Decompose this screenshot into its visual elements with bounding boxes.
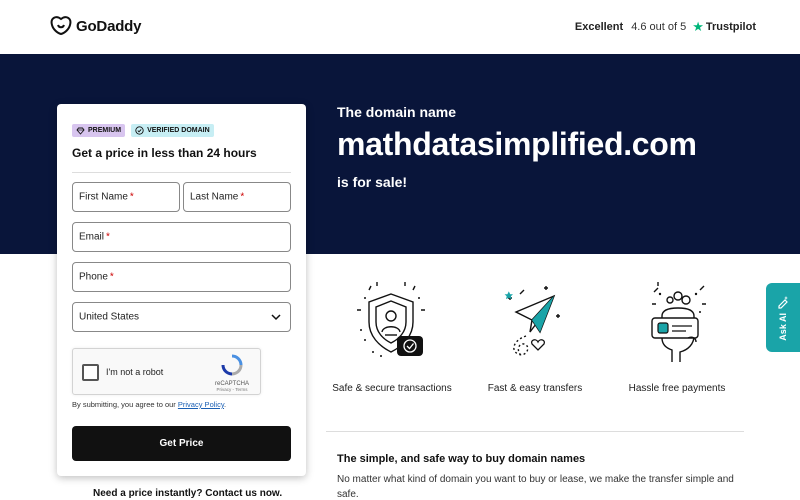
captcha-checkbox[interactable] — [82, 364, 99, 381]
chevron-down-icon — [271, 314, 281, 321]
info-body: No matter what kind of domain you want t… — [337, 474, 734, 500]
privacy-policy-link[interactable]: Privacy Policy — [178, 400, 224, 409]
godaddy-logo[interactable]: GoDaddy — [50, 16, 141, 36]
sale-status: is for sale! — [337, 174, 408, 190]
ask-ai-button[interactable]: Ask AI — [766, 283, 800, 352]
paper-plane-icon — [504, 286, 560, 357]
country-value: United States — [79, 311, 140, 323]
recaptcha-links[interactable]: Privacy - Terms — [210, 387, 254, 392]
feature-label-transfers: Fast & easy transfers — [487, 383, 583, 394]
brand-name: GoDaddy — [76, 17, 142, 35]
info-title: The simple, and safe way to buy domain n… — [337, 453, 586, 465]
domain-badges: PREMIUM VERIFIED DOMAIN — [72, 124, 214, 137]
price-request-form: PREMIUM VERIFIED DOMAIN Get a price in l… — [57, 104, 306, 476]
email-field[interactable]: Email * — [72, 222, 291, 252]
rating-label: Excellent — [574, 21, 624, 33]
section-divider — [326, 431, 744, 432]
instant-price-contact[interactable]: Need a price instantly? Contact us now. — [93, 488, 282, 499]
feature-label-payments: Hassle free payments — [628, 383, 726, 394]
last-name-label: Last Name * — [190, 191, 245, 203]
phone-field[interactable]: Phone * — [72, 262, 291, 292]
verified-badge-label: VERIFIED DOMAIN — [147, 127, 210, 134]
last-name-field[interactable]: Last Name * — [183, 182, 291, 212]
recaptcha-widget: I'm not a robot reCAPTCHA Privacy - Term… — [72, 348, 261, 395]
consent-text: By submitting, you agree to our Privacy … — [72, 400, 227, 409]
trustpilot-star-icon: ★ — [692, 19, 704, 34]
sparkle-pen-icon — [778, 295, 788, 309]
shield-icon — [357, 282, 425, 357]
recaptcha-icon — [221, 354, 243, 376]
ask-ai-label: Ask AI — [778, 312, 788, 341]
verified-badge: VERIFIED DOMAIN — [131, 124, 214, 137]
get-price-button[interactable]: Get Price — [72, 426, 291, 461]
phone-label: Phone * — [79, 271, 114, 283]
recaptcha-logo: reCAPTCHA Privacy - Terms — [210, 354, 254, 392]
rating-score: 4.6 out of 5 — [631, 21, 687, 33]
payment-card-icon — [651, 282, 706, 362]
form-title: Get a price in less than 24 hours — [72, 146, 257, 160]
trustpilot-rating[interactable]: Excellent 4.6 out of 5 ★ Trustpilot — [575, 19, 756, 35]
feature-label-secure: Safe & secure transactions — [332, 383, 452, 394]
site-header: GoDaddy Excellent 4.6 out of 5 ★ Trustpi… — [0, 0, 800, 54]
email-label: Email * — [79, 231, 110, 243]
godaddy-logo-icon — [50, 16, 72, 36]
hero-subtitle: The domain name — [337, 104, 457, 120]
diamond-icon — [76, 127, 85, 135]
first-name-field[interactable]: First Name * — [72, 182, 180, 212]
domain-name-heading: mathdatasimplified.com — [337, 126, 697, 162]
form-divider — [72, 172, 291, 173]
captcha-label: I'm not a robot — [106, 367, 164, 377]
country-select[interactable]: United States — [72, 302, 291, 332]
premium-badge-label: PREMIUM — [88, 127, 122, 134]
first-name-label: First Name * — [79, 191, 134, 203]
check-circle-icon — [135, 126, 144, 135]
premium-badge: PREMIUM — [72, 124, 126, 137]
rating-source: Trustpilot — [705, 21, 756, 33]
